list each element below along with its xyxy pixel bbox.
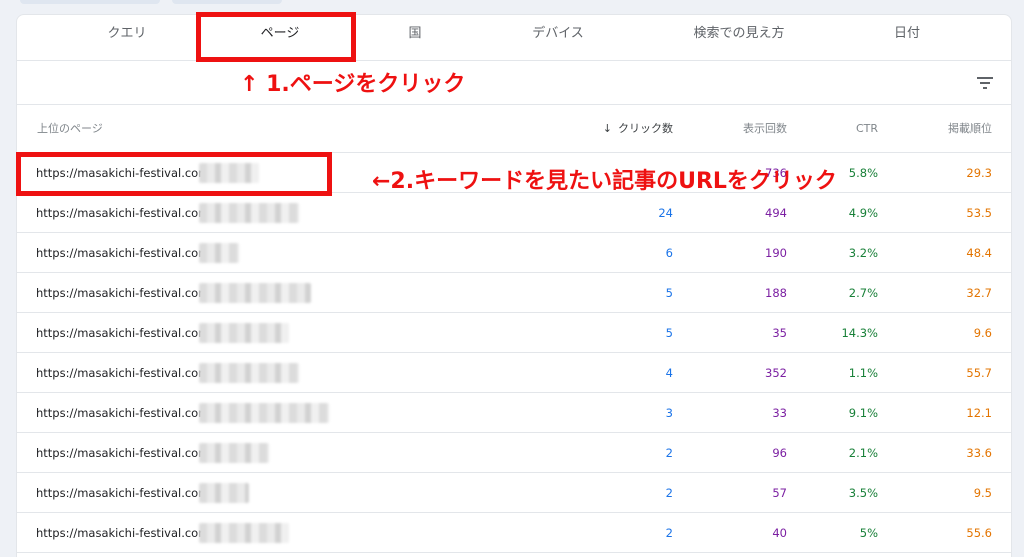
annotation-step2: ←2.キーワードを見たい記事のURLをクリック xyxy=(372,169,837,194)
tab-search-appearance[interactable]: 検索での見え方 xyxy=(665,15,813,61)
clicks-value: 3 xyxy=(665,406,673,420)
ctr-value: 2.7% xyxy=(848,286,878,300)
table-header: 上位のページ ↓ クリック数 表示回数 CTR 掲載順位 xyxy=(17,105,1011,153)
position-value: 55.7 xyxy=(966,366,992,380)
table-row[interactable]: https://masakichi-festival.com/2 57 3.5% 9.… xyxy=(17,473,1011,513)
header-clicks-label: クリック数 xyxy=(618,122,673,135)
tab-query[interactable]: クエリ xyxy=(67,15,187,61)
ctr-value: 3.2% xyxy=(848,246,878,260)
tab-device[interactable]: デバイス xyxy=(495,15,621,61)
table-row[interactable]: https://masakichi-festival.com/4 352 1.1% 5… xyxy=(17,353,1011,393)
table-row[interactable]: https://masakichi-festival.com/3 33 9.1% 12… xyxy=(17,393,1011,433)
page-url[interactable]: https://masakichi-festival.com/ xyxy=(36,313,213,353)
header-position[interactable]: 掲載順位 xyxy=(948,105,992,153)
annotation-step1: ↑ 1.ページをクリック xyxy=(240,72,466,97)
header-clicks[interactable]: ↓ クリック数 xyxy=(603,105,673,153)
ctr-value: 3.5% xyxy=(848,486,878,500)
top-tab-stub xyxy=(172,0,282,4)
arrow-down-icon: ↓ xyxy=(602,122,612,135)
table-toolbar xyxy=(17,61,1011,105)
page-url[interactable]: https://masakichi-festival.com/ xyxy=(36,513,213,553)
clicks-value: 2 xyxy=(665,446,673,460)
ctr-value: 9.1% xyxy=(848,406,878,420)
highlight-box-page-tab xyxy=(196,12,356,62)
position-value: 29.3 xyxy=(966,166,992,180)
redacted-slug xyxy=(199,403,329,423)
table-row[interactable]: https://masakichi-festival.com/5 35 14.3% 9… xyxy=(17,313,1011,353)
position-value: 9.5 xyxy=(973,486,992,500)
ctr-value: 1.1% xyxy=(848,366,878,380)
redacted-slug xyxy=(199,243,239,263)
redacted-slug xyxy=(199,523,289,543)
dimension-tabs: クエリ ページ 国 デバイス 検索での見え方 日付 xyxy=(17,15,1011,61)
table-row[interactable]: https://masakichi-festival.com/2 96 2.1% 33… xyxy=(17,433,1011,473)
position-value: 55.6 xyxy=(966,526,992,540)
page-url[interactable]: https://masakichi-festival.com/ xyxy=(36,233,213,273)
clicks-value: 4 xyxy=(665,366,673,380)
impressions-value: 96 xyxy=(772,446,787,460)
filter-icon[interactable] xyxy=(975,73,995,93)
redacted-slug xyxy=(199,323,289,343)
position-value: 48.4 xyxy=(966,246,992,260)
impressions-value: 35 xyxy=(772,326,787,340)
table-row[interactable]: https://masakichi-festival.com/24 494 4.9%… xyxy=(17,193,1011,233)
impressions-value: 40 xyxy=(772,526,787,540)
redacted-slug xyxy=(199,203,299,223)
clicks-value: 5 xyxy=(665,326,673,340)
ctr-value: 2.1% xyxy=(848,446,878,460)
clicks-value: 2 xyxy=(665,486,673,500)
ctr-value: 5% xyxy=(859,526,878,540)
impressions-value: 494 xyxy=(765,206,787,220)
page-url[interactable]: https://masakichi-festival.com/ xyxy=(36,433,213,473)
performance-table-card: クエリ ページ 国 デバイス 検索での見え方 日付 上位のページ ↓ クリック数 … xyxy=(16,14,1012,557)
impressions-value: 57 xyxy=(772,486,787,500)
page-url[interactable]: https://masakichi-festival.com/ xyxy=(36,393,213,433)
page-url[interactable]: https://masakichi-festival.com/ xyxy=(36,353,213,393)
page-url[interactable]: https://masakichi-festival.com/ xyxy=(36,193,213,233)
table-body: https://masakichi-festival.com/736 5.8% 29… xyxy=(17,153,1011,553)
page-url[interactable]: https://masakichi-festival.com/ xyxy=(36,273,213,313)
table-row[interactable]: https://masakichi-festival.com/6 190 3.2% 4… xyxy=(17,233,1011,273)
highlight-box-first-url xyxy=(16,152,332,196)
page-url[interactable]: https://masakichi-festival.com/ xyxy=(36,473,213,513)
tab-date[interactable]: 日付 xyxy=(845,15,969,61)
header-top-pages: 上位のページ xyxy=(37,122,103,135)
impressions-value: 33 xyxy=(772,406,787,420)
position-value: 33.6 xyxy=(966,446,992,460)
redacted-slug xyxy=(199,283,311,303)
impressions-value: 188 xyxy=(765,286,787,300)
header-impressions[interactable]: 表示回数 xyxy=(743,105,787,153)
redacted-slug xyxy=(199,443,269,463)
position-value: 53.5 xyxy=(966,206,992,220)
redacted-slug xyxy=(199,483,249,503)
redacted-slug xyxy=(199,363,299,383)
clicks-value: 24 xyxy=(658,206,673,220)
clicks-value: 2 xyxy=(665,526,673,540)
impressions-value: 190 xyxy=(765,246,787,260)
position-value: 32.7 xyxy=(966,286,992,300)
table-row[interactable]: https://masakichi-festival.com/5 188 2.7% 3… xyxy=(17,273,1011,313)
position-value: 9.6 xyxy=(973,326,992,340)
table-row[interactable]: https://masakichi-festival.com/2 40 5% 55.6 xyxy=(17,513,1011,553)
impressions-value: 352 xyxy=(765,366,787,380)
ctr-value: 5.8% xyxy=(848,166,878,180)
position-value: 12.1 xyxy=(966,406,992,420)
header-ctr[interactable]: CTR xyxy=(856,105,878,153)
ctr-value: 4.9% xyxy=(848,206,878,220)
clicks-value: 5 xyxy=(665,286,673,300)
ctr-value: 14.3% xyxy=(841,326,878,340)
tab-country[interactable]: 国 xyxy=(355,15,475,61)
clicks-value: 6 xyxy=(665,246,673,260)
top-tab-stub xyxy=(20,0,160,4)
